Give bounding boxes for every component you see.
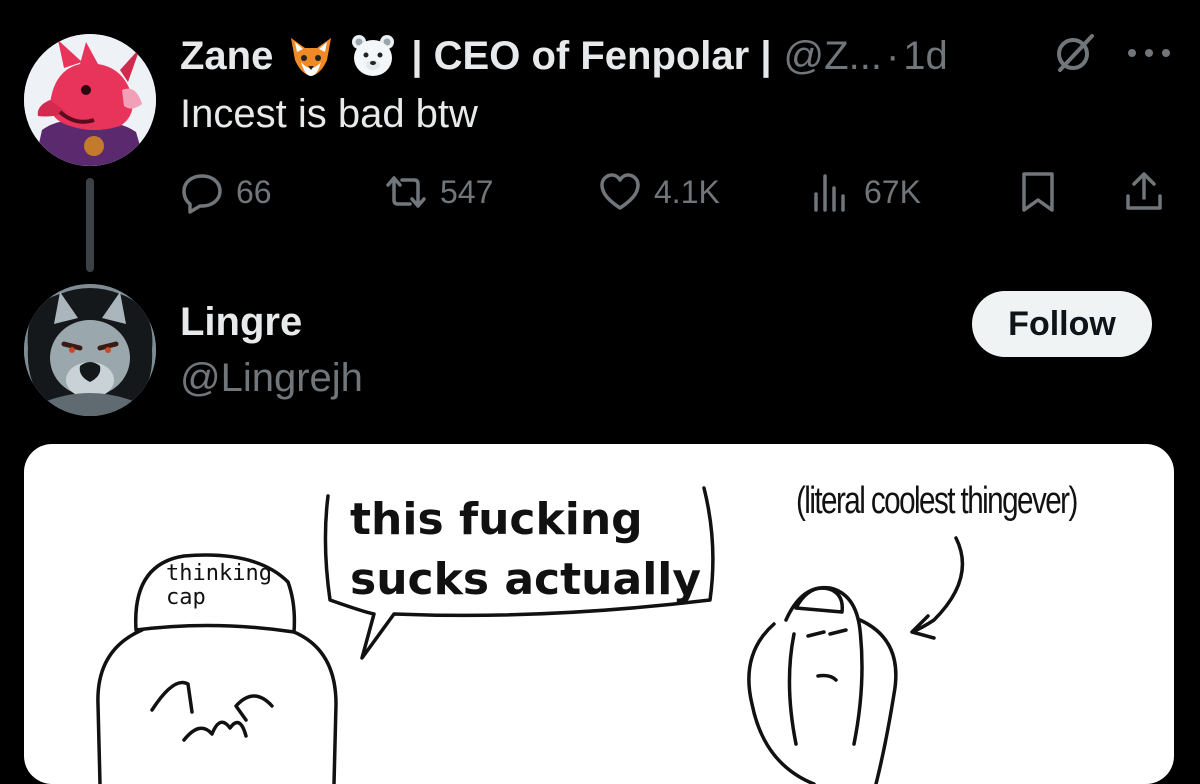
angry-brow-right [234, 694, 274, 722]
tweet2-media-image[interactable]: this fucking sucks actually (literal coo… [24, 444, 1174, 784]
share-icon [1126, 172, 1162, 210]
heart-icon [600, 173, 640, 210]
speech-line-1: this fucking [350, 494, 643, 545]
hotdog-bun-outline [747, 618, 898, 784]
retweet-icon [386, 176, 426, 208]
thinking-cap-label: thinking cap [166, 562, 272, 610]
avatar-zane[interactable] [24, 34, 156, 166]
reply-icon [182, 174, 222, 214]
hotdog-eyes [806, 628, 848, 638]
reply-button[interactable]: 66 [180, 168, 272, 216]
meme-caption: (literal coolest thingever) [796, 480, 1078, 522]
meme-speech-bubble-text: this fucking sucks actually [350, 490, 701, 610]
face-squiggle [182, 720, 248, 742]
retweet-button[interactable]: 547 [384, 168, 493, 216]
avatar-lingre[interactable] [24, 284, 156, 416]
dog-avatar-image [24, 284, 156, 416]
tweet1-dot-separator: · [885, 33, 900, 78]
angry-brow-left [150, 680, 194, 714]
tweet1-text: Incest is bad btw [180, 92, 478, 136]
tweet1-handle[interactable]: @Z... [784, 34, 882, 79]
tweet2-display-name[interactable]: Lingre [180, 300, 302, 345]
views-button[interactable]: 67K [808, 168, 921, 216]
follow-button[interactable]: Follow [972, 291, 1152, 357]
grok-icon[interactable] [1052, 30, 1098, 76]
tweet1-header: Zane | CEO of Fenpolar | @Z... · 1d [180, 28, 948, 84]
hotdog-mouth [816, 673, 838, 682]
fox-emoji-icon [287, 32, 335, 80]
like-button[interactable]: 4.1K [598, 168, 720, 216]
views-chart-icon [814, 174, 845, 212]
share-button[interactable] [1122, 168, 1166, 216]
tweet1-action-bar: 66 547 4.1K 67K [0, 168, 1200, 216]
view-count: 67K [864, 173, 921, 210]
caption-arrow [910, 536, 965, 640]
jar-head-outline [96, 628, 338, 784]
wolf-avatar-image [24, 34, 156, 166]
hotdog-cap-outline [794, 586, 845, 614]
cap-label-line-1: thinking [166, 561, 272, 586]
tweet2-handle[interactable]: @Lingrejh [180, 356, 363, 401]
tweet1-timestamp[interactable]: 1d [903, 34, 948, 79]
more-options-icon[interactable] [1124, 40, 1174, 66]
bookmark-button[interactable] [1016, 168, 1060, 216]
retweet-count: 547 [440, 173, 494, 210]
polar-bear-emoji-icon [349, 32, 397, 80]
cap-label-line-2: cap [166, 585, 206, 610]
speech-line-2: sucks actually [350, 554, 702, 605]
bookmark-icon [1022, 172, 1054, 212]
like-count: 4.1K [654, 173, 720, 210]
tweet1-profile-title: | CEO of Fenpolar | [411, 33, 772, 78]
reply-count: 66 [236, 173, 272, 210]
tweet1-display-name[interactable]: Zane [180, 34, 273, 79]
